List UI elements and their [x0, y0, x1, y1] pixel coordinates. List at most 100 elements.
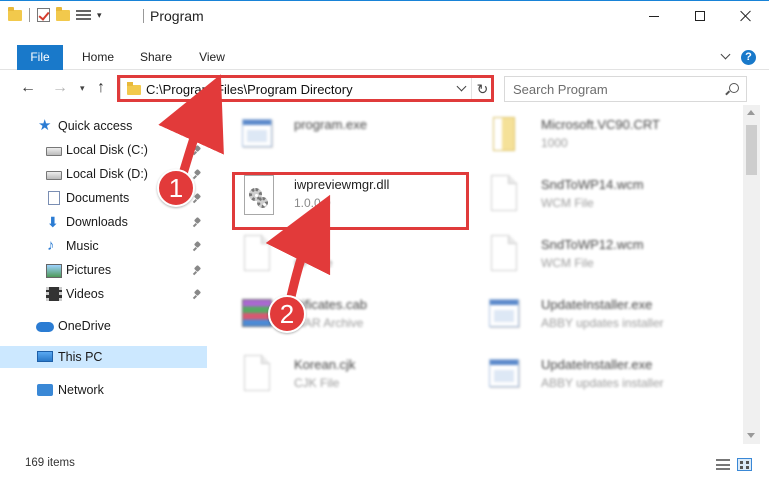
close-button[interactable] [723, 1, 769, 31]
address-folder-icon [127, 82, 141, 95]
details-view-icon[interactable] [716, 459, 730, 470]
quick-access-toolbar: ▾ [8, 6, 102, 22]
address-path[interactable]: C:\Program Files\Program Directory [146, 82, 353, 97]
address-dropdown-icon[interactable] [455, 82, 469, 96]
pin-icon[interactable] [194, 170, 201, 179]
sidebar-item-this-pc[interactable]: This PC [0, 346, 207, 368]
sidebar-item-network[interactable]: Network [0, 379, 207, 401]
this-pc-icon [37, 351, 53, 362]
sidebar-item-label: Local Disk (C:) [66, 143, 148, 157]
maximize-button[interactable] [677, 1, 723, 31]
status-bar: 169 items [0, 451, 769, 475]
documents-icon [48, 191, 60, 205]
qat-dropdown-icon[interactable]: ▾ [97, 10, 102, 21]
scroll-thumb[interactable] [746, 125, 757, 175]
file-type: CJK File [294, 376, 340, 390]
sidebar-item-videos[interactable]: Videos [0, 283, 207, 305]
file-explorer-window: ▾ Program File Home Share View ? ← → ▾ ↑… [0, 0, 769, 481]
file-name: UpdateInstaller.exe [541, 297, 653, 312]
tab-view[interactable]: View [192, 45, 232, 70]
sidebar-item-label: Quick access [58, 119, 133, 133]
sidebar-item-label: Downloads [66, 215, 128, 229]
pin-icon[interactable] [194, 242, 201, 251]
videos-icon [46, 287, 62, 301]
pin-icon[interactable] [194, 218, 201, 227]
window-title: Program [150, 8, 204, 24]
tab-file[interactable]: File [17, 45, 63, 70]
network-icon [37, 384, 53, 396]
sidebar-item-local-disk-c[interactable]: Local Disk (C:) [0, 139, 207, 161]
recent-locations-chevron-icon[interactable]: ▾ [80, 83, 85, 94]
sidebar-item-label: This PC [58, 350, 103, 364]
downloads-icon: ⬇ [47, 214, 59, 230]
sidebar-item-onedrive[interactable]: OneDrive [0, 315, 207, 337]
pin-icon[interactable] [194, 146, 201, 155]
dll-file-highlight-box [232, 172, 469, 230]
document-icon [487, 175, 521, 217]
tab-share[interactable]: Share [134, 45, 178, 70]
file-name: SndToWP14.wcm [541, 177, 644, 192]
new-folder-icon[interactable] [56, 6, 70, 21]
list-item[interactable]: Microsoft.VC90.CRT 1000 [467, 109, 707, 165]
sidebar-item-label: Local Disk (D:) [66, 167, 148, 181]
file-type: WCM File [541, 196, 594, 210]
pin-icon[interactable] [194, 266, 201, 275]
sidebar-item-label: OneDrive [58, 319, 111, 333]
toolbar-divider [29, 8, 30, 22]
refresh-icon[interactable]: ↻ [471, 77, 493, 101]
star-icon: ★ [38, 117, 52, 134]
sidebar-item-music[interactable]: ♪ Music [0, 235, 207, 257]
step-2-callout: 2 [268, 295, 306, 333]
pin-icon[interactable] [194, 194, 201, 203]
help-icon[interactable]: ? [741, 50, 756, 65]
navigation-bar: ← → ▾ ↑ C:\Program Files\Program Directo… [0, 75, 769, 103]
file-type: ABBY updates installer [541, 376, 664, 390]
minimize-button[interactable] [631, 1, 677, 31]
sidebar-item-label: Documents [66, 191, 130, 205]
file-name: UpdateInstaller.exe [541, 357, 653, 372]
sidebar-item-pictures[interactable]: Pictures [0, 259, 207, 281]
back-arrow-icon[interactable]: ← [20, 80, 40, 98]
list-item[interactable]: UpdateInstaller.exe ABBY updates install… [467, 349, 707, 405]
address-bar[interactable]: C:\Program Files\Program Directory ↻ [120, 76, 494, 102]
minimize-icon [649, 15, 659, 17]
file-list: program.exe Microsoft.VC90.CRT 1000 iwpr… [214, 105, 742, 445]
search-icon[interactable] [729, 83, 739, 93]
scroll-up-arrow-icon[interactable] [747, 110, 755, 115]
large-icons-view-icon[interactable] [737, 458, 752, 471]
file-name: g [294, 237, 302, 252]
title-bar: ▾ Program [0, 1, 769, 31]
up-arrow-icon[interactable]: ↑ [97, 79, 105, 97]
list-item[interactable]: g CF File [220, 229, 460, 285]
list-item[interactable]: UpdateInstaller.exe ABBY updates install… [467, 289, 707, 345]
vertical-scrollbar[interactable] [743, 105, 760, 444]
list-item[interactable]: Korean.cjk CJK File [220, 349, 460, 405]
list-item[interactable]: SndToWP12.wcm WCM File [467, 229, 707, 285]
list-item[interactable]: program.exe [220, 109, 460, 165]
search-box[interactable] [504, 76, 747, 102]
file-type: 1000 [541, 136, 568, 150]
maximize-icon [695, 11, 705, 21]
file-name: program.exe [294, 117, 367, 132]
sidebar-item-label: Pictures [66, 263, 112, 277]
search-input[interactable] [513, 81, 723, 97]
folder-icon[interactable] [8, 6, 22, 21]
scroll-down-arrow-icon[interactable] [747, 433, 755, 438]
sidebar-item-downloads[interactable]: ⬇ Downloads [0, 211, 207, 233]
exe-icon [240, 115, 274, 157]
file-type: WCM File [541, 256, 594, 270]
customize-toolbar-icon[interactable] [76, 9, 91, 22]
list-item[interactable]: rtificates.cab MAR Archive [220, 289, 460, 345]
onedrive-icon [36, 322, 54, 332]
exe-icon [487, 295, 521, 337]
tab-home[interactable]: Home [76, 45, 120, 70]
properties-check-icon[interactable] [37, 8, 50, 22]
folder-doc-icon [487, 115, 521, 157]
forward-arrow-icon[interactable]: → [52, 80, 72, 98]
document-icon [487, 235, 521, 277]
sidebar-item-label: Network [58, 383, 104, 397]
list-item[interactable]: SndToWP14.wcm WCM File [467, 169, 707, 225]
sidebar-item-quick-access[interactable]: ★ Quick access [0, 115, 207, 137]
expand-ribbon-icon[interactable] [719, 49, 733, 63]
pin-icon[interactable] [194, 290, 201, 299]
